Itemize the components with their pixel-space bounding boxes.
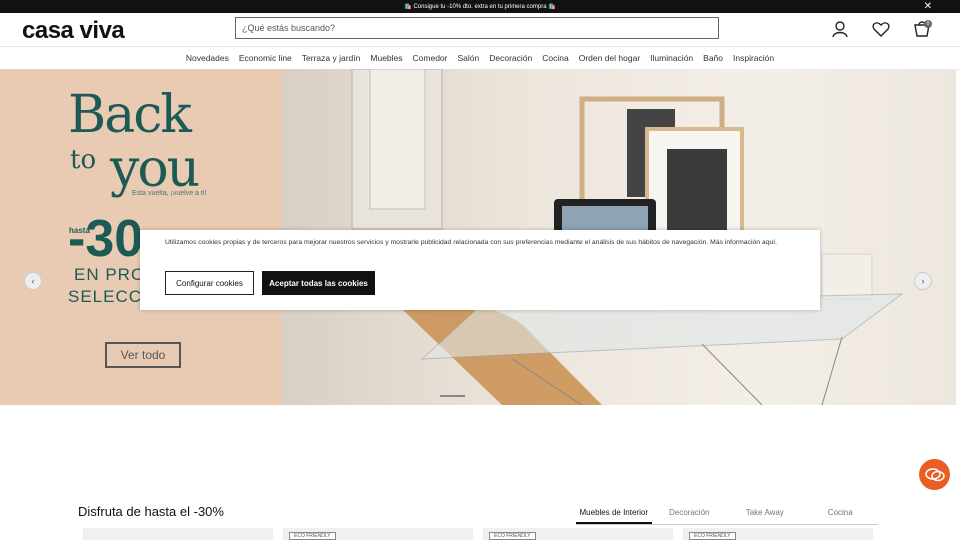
logo[interactable]: casa viva	[22, 17, 125, 45]
tab-muebles-interior[interactable]: Muebles de Interior	[576, 504, 652, 524]
hero-back-text: Back	[68, 85, 192, 145]
main-nav: Novedades Economic line Terraza y jardín…	[0, 46, 960, 70]
nav-item-muebles[interactable]: Muebles	[365, 53, 407, 63]
nav-item-cocina[interactable]: Cocina	[537, 53, 573, 63]
eco-badge: ECO FRIENDLY	[489, 532, 536, 540]
hero-hasta: hasta	[69, 226, 90, 235]
configure-cookies-button[interactable]: Configurar cookies	[165, 271, 254, 295]
nav-item-economic-line[interactable]: Economic line	[234, 53, 297, 63]
tab-take-away[interactable]: Take Away	[727, 504, 803, 524]
nav-item-salon[interactable]: Salón	[453, 53, 485, 63]
nav-item-novedades[interactable]: Novedades	[181, 53, 234, 63]
hero-tagline: Esta vuelta, ¡vuelve a ti!	[132, 190, 207, 197]
hero-line1: EN PRO	[74, 265, 146, 284]
cart-count-badge: 0	[924, 20, 932, 28]
category-tabs: Muebles de Interior Decoración Take Away…	[576, 504, 878, 525]
chat-icon	[924, 467, 945, 481]
section-title: Disfruta de hasta el -30%	[78, 504, 224, 519]
promo-bar: 🛍️ Consigue tu -10% dto. extra en tu pri…	[0, 0, 960, 13]
site-header: casa viva 0	[0, 13, 960, 45]
cookie-banner: Utilizamos cookies propias y de terceros…	[140, 230, 820, 310]
tab-cocina[interactable]: Cocina	[803, 504, 879, 524]
promo-text: 🛍️ Consigue tu -10% dto. extra en tu pri…	[404, 4, 556, 10]
hero-percent: -30	[68, 210, 144, 268]
tab-decoracion[interactable]: Decoración	[652, 504, 728, 524]
eco-badge: ECO FRIENDLY	[689, 532, 736, 540]
carousel-prev-icon[interactable]: ‹	[24, 272, 42, 290]
hero-to-text: to	[70, 145, 97, 175]
chat-button[interactable]	[919, 459, 950, 490]
hero-cta-button[interactable]: Ver todo	[105, 342, 181, 368]
nav-item-iluminacion[interactable]: Iluminación	[645, 53, 698, 63]
user-icon[interactable]	[831, 20, 849, 38]
carousel-next-icon[interactable]: ›	[914, 272, 932, 290]
nav-item-orden[interactable]: Orden del hogar	[574, 53, 645, 63]
accept-cookies-button[interactable]: Aceptar todas las cookies	[262, 271, 375, 295]
product-card[interactable]: ECO FRIENDLY	[683, 528, 873, 540]
product-card[interactable]: ECO FRIENDLY	[483, 528, 673, 540]
nav-item-comedor[interactable]: Comedor	[408, 53, 453, 63]
nav-item-terraza[interactable]: Terraza y jardín	[297, 53, 366, 63]
nav-item-decoracion[interactable]: Decoración	[484, 53, 537, 63]
carousel-indicator[interactable]	[440, 395, 465, 397]
promo-close-icon[interactable]: ✕	[924, 1, 932, 12]
hero-line2: SELECCI	[68, 287, 148, 306]
nav-item-bano[interactable]: Baño	[698, 53, 728, 63]
product-card[interactable]: ECO FRIENDLY	[283, 528, 473, 540]
nav-item-inspiracion[interactable]: Inspiración	[728, 53, 779, 63]
product-card[interactable]	[83, 528, 273, 540]
cookie-message: Utilizamos cookies propias y de terceros…	[165, 239, 778, 246]
eco-badge: ECO FRIENDLY	[289, 532, 336, 540]
heart-icon[interactable]	[872, 20, 890, 38]
search-input[interactable]	[235, 17, 719, 39]
